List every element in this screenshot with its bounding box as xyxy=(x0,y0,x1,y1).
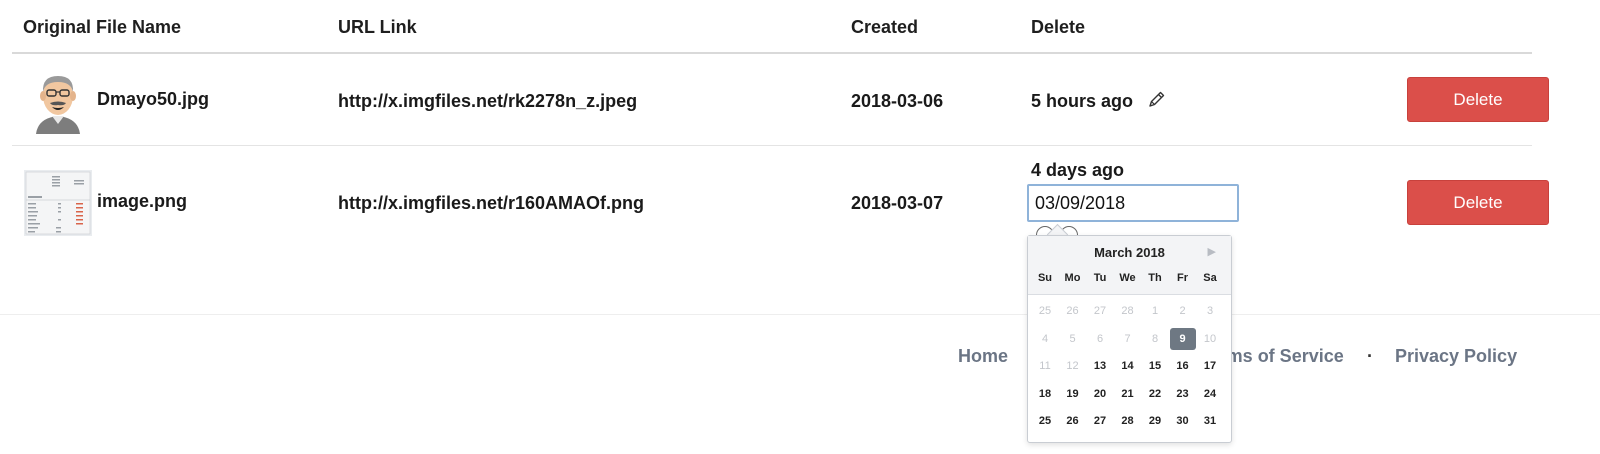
calendar-day[interactable]: 18 xyxy=(1032,383,1058,405)
calendar-day[interactable]: 23 xyxy=(1170,383,1196,405)
next-month-icon[interactable]: ▶ xyxy=(1208,245,1216,258)
calendar-day[interactable]: 21 xyxy=(1115,383,1141,405)
calendar-day[interactable]: 17 xyxy=(1197,355,1223,377)
calendar-day[interactable]: 27 xyxy=(1087,410,1113,432)
url-link[interactable]: http://x.imgfiles.net/rk2278n_z.jpeg xyxy=(338,91,637,112)
calendar-day[interactable]: 9 xyxy=(1169,327,1196,350)
thumbnail-avatar xyxy=(24,68,92,134)
calendar-day: 26 xyxy=(1066,305,1079,317)
datepicker-header: March 2018 ▶ xyxy=(1028,236,1231,295)
calendar-day: 1 xyxy=(1151,305,1159,317)
pencil-icon[interactable] xyxy=(1147,89,1167,109)
delete-button[interactable]: Delete xyxy=(1407,180,1549,225)
calendar-day[interactable]: 14 xyxy=(1115,355,1141,377)
calendar-day[interactable]: 20 xyxy=(1087,383,1113,405)
weekday-label: We xyxy=(1119,272,1136,284)
col-header-created: Created xyxy=(851,17,919,37)
row-divider xyxy=(12,145,1532,146)
footer-separator: · xyxy=(1367,346,1373,366)
header-divider xyxy=(12,52,1532,54)
calendar-day: 3 xyxy=(1206,305,1214,317)
weekday-label: Tu xyxy=(1093,272,1107,284)
footer-divider xyxy=(0,314,1600,315)
calendar-day: 4 xyxy=(1041,332,1049,345)
delete-button[interactable]: Delete xyxy=(1407,77,1549,122)
weekday-label: Fr xyxy=(1177,272,1188,284)
calendar-day[interactable]: 28 xyxy=(1115,410,1141,432)
file-name: Dmayo50.jpg xyxy=(97,89,210,109)
calendar-day[interactable]: 29 xyxy=(1142,410,1168,432)
created-date: 2018-03-07 xyxy=(851,193,944,213)
calendar-day[interactable]: 22 xyxy=(1142,383,1168,405)
calendar-day: 6 xyxy=(1096,332,1104,345)
calendar-day[interactable]: 19 xyxy=(1060,383,1086,405)
datepicker[interactable]: March 2018 ▶ Su Mo Tu We Th Fr Sa 25 26 27 28 1 2 3 4… xyxy=(1027,235,1232,443)
footer-link-home[interactable]: Home xyxy=(958,346,1008,367)
calendar-day: 12 xyxy=(1066,360,1079,372)
calendar-day[interactable]: 25 xyxy=(1032,410,1058,432)
col-header-delete: Delete xyxy=(1031,17,1086,37)
calendar-day: 27 xyxy=(1093,305,1107,317)
weekday-label: Th xyxy=(1148,272,1162,284)
expiry-text: 4 days ago xyxy=(1031,160,1125,180)
calendar-day[interactable]: 13 xyxy=(1087,355,1113,377)
calendar-day[interactable]: 15 xyxy=(1142,355,1168,377)
weekday-label: Su xyxy=(1037,272,1053,284)
datepicker-month-label: March 2018 xyxy=(1094,245,1165,260)
calendar-day: 7 xyxy=(1124,332,1131,345)
calendar-day[interactable]: 26 xyxy=(1060,410,1086,432)
footer-link-privacy[interactable]: Privacy Policy xyxy=(1395,346,1517,367)
calendar-day[interactable]: 31 xyxy=(1197,410,1223,432)
expiry-date-input[interactable] xyxy=(1027,184,1239,222)
calendar-day: 28 xyxy=(1121,305,1134,317)
file-name: image.png xyxy=(97,191,188,211)
url-link[interactable]: http://x.imgfiles.net/r160AMAOf.png xyxy=(338,193,644,214)
thumbnail-spreadsheet xyxy=(24,170,92,236)
col-header-file-name: Original File Name xyxy=(23,17,182,37)
weekday-label: Sa xyxy=(1203,272,1217,284)
calendar-day: 8 xyxy=(1151,332,1159,345)
calendar-day: 10 xyxy=(1203,332,1217,345)
calendar-day[interactable]: 16 xyxy=(1170,355,1196,377)
col-header-url-link: URL Link xyxy=(338,17,417,37)
calendar-day: 11 xyxy=(1039,360,1051,372)
weekday-label: Mo xyxy=(1064,272,1081,284)
calendar-day[interactable]: 24 xyxy=(1197,383,1223,405)
expiry-text: 5 hours ago xyxy=(1031,91,1134,111)
calendar-day[interactable]: 30 xyxy=(1170,410,1196,432)
calendar-day: 5 xyxy=(1069,332,1076,345)
calendar-day: 2 xyxy=(1179,305,1186,317)
calendar-day: 25 xyxy=(1038,305,1052,317)
created-date: 2018-03-06 xyxy=(851,91,944,111)
